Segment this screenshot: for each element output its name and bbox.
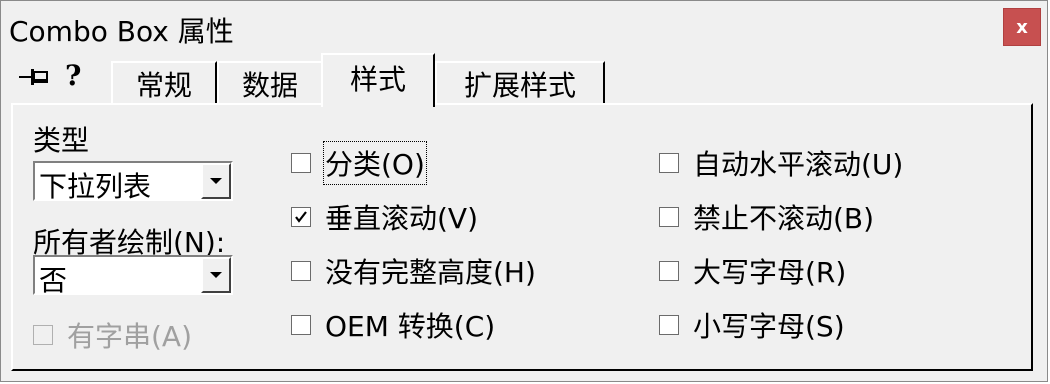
no-integral-height-checkbox[interactable]: 没有完整高度(H) — [291, 251, 536, 291]
help-icon[interactable]: ? — [65, 59, 81, 92]
chevron-down-icon — [210, 272, 222, 278]
window-title: Combo Box 属性 — [9, 15, 234, 48]
style-tab-panel: 类型 下拉列表 所有者绘制(N): 否 有字串(A) 分类(O) 垂直滚动(V)… — [11, 103, 1033, 371]
title-bar[interactable]: Combo Box 属性 x — [1, 1, 1047, 53]
checkbox-box — [659, 315, 679, 335]
checkbox-label: OEM 转换(C) — [325, 310, 496, 343]
checkbox-label: 小写字母(S) — [693, 310, 845, 343]
tab-label: 数据 — [241, 69, 298, 102]
checkbox-label: 分类(O) — [323, 141, 427, 185]
tab-data[interactable]: 数据 — [217, 61, 323, 105]
type-combo-dropdown-button[interactable] — [201, 163, 231, 199]
checkbox-box — [291, 261, 311, 281]
checkmark-icon — [295, 211, 307, 223]
tab-label: 常规 — [135, 69, 192, 102]
checkbox-box — [659, 207, 679, 227]
checkbox-label: 大写字母(R) — [693, 256, 847, 289]
chevron-down-icon — [210, 178, 222, 184]
checkbox-box — [291, 153, 311, 173]
pushpin-icon[interactable] — [17, 63, 53, 93]
tab-style[interactable]: 样式 — [321, 53, 435, 107]
tab-extended-style[interactable]: 扩展样式 — [435, 61, 605, 105]
checkbox-box — [291, 207, 311, 227]
tab-label: 样式 — [349, 63, 406, 96]
checkbox-box — [659, 153, 679, 173]
type-combo[interactable]: 下拉列表 — [33, 161, 233, 203]
owner-draw-combo-dropdown-button[interactable] — [201, 257, 231, 293]
tab-label: 扩展样式 — [463, 69, 576, 102]
checkbox-label: 没有完整高度(H) — [325, 256, 536, 289]
checkbox-label: 自动水平滚动(U) — [693, 148, 904, 181]
owner-draw-combo-value: 否 — [39, 264, 68, 297]
oem-convert-checkbox[interactable]: OEM 转换(C) — [291, 305, 495, 345]
has-strings-checkbox[interactable]: 有字串(A) — [33, 315, 192, 355]
checkbox-label: 有字串(A) — [67, 320, 193, 353]
auto-hscroll-checkbox[interactable]: 自动水平滚动(U) — [659, 143, 903, 183]
lowercase-checkbox[interactable]: 小写字母(S) — [659, 305, 845, 345]
checkbox-label: 垂直滚动(V) — [325, 202, 479, 235]
checkbox-box — [291, 315, 311, 335]
dialog-window: Combo Box 属性 x ? 常规 数据 样式 扩展样式 类型 下拉列表 所… — [0, 0, 1048, 382]
type-label: 类型 — [33, 124, 90, 157]
owner-draw-combo[interactable]: 否 — [33, 255, 233, 297]
close-icon: x — [1016, 16, 1028, 38]
type-combo-value: 下拉列表 — [39, 170, 152, 203]
sort-checkbox[interactable]: 分类(O) — [291, 141, 427, 185]
checkbox-box — [659, 261, 679, 281]
close-button[interactable]: x — [1003, 8, 1041, 46]
tab-general[interactable]: 常规 — [111, 61, 217, 105]
uppercase-checkbox[interactable]: 大写字母(R) — [659, 251, 846, 291]
checkbox-label: 禁止不滚动(B) — [693, 202, 875, 235]
disable-no-scroll-checkbox[interactable]: 禁止不滚动(B) — [659, 197, 874, 237]
checkbox-box — [33, 325, 53, 345]
vertical-scroll-checkbox[interactable]: 垂直滚动(V) — [291, 197, 478, 237]
